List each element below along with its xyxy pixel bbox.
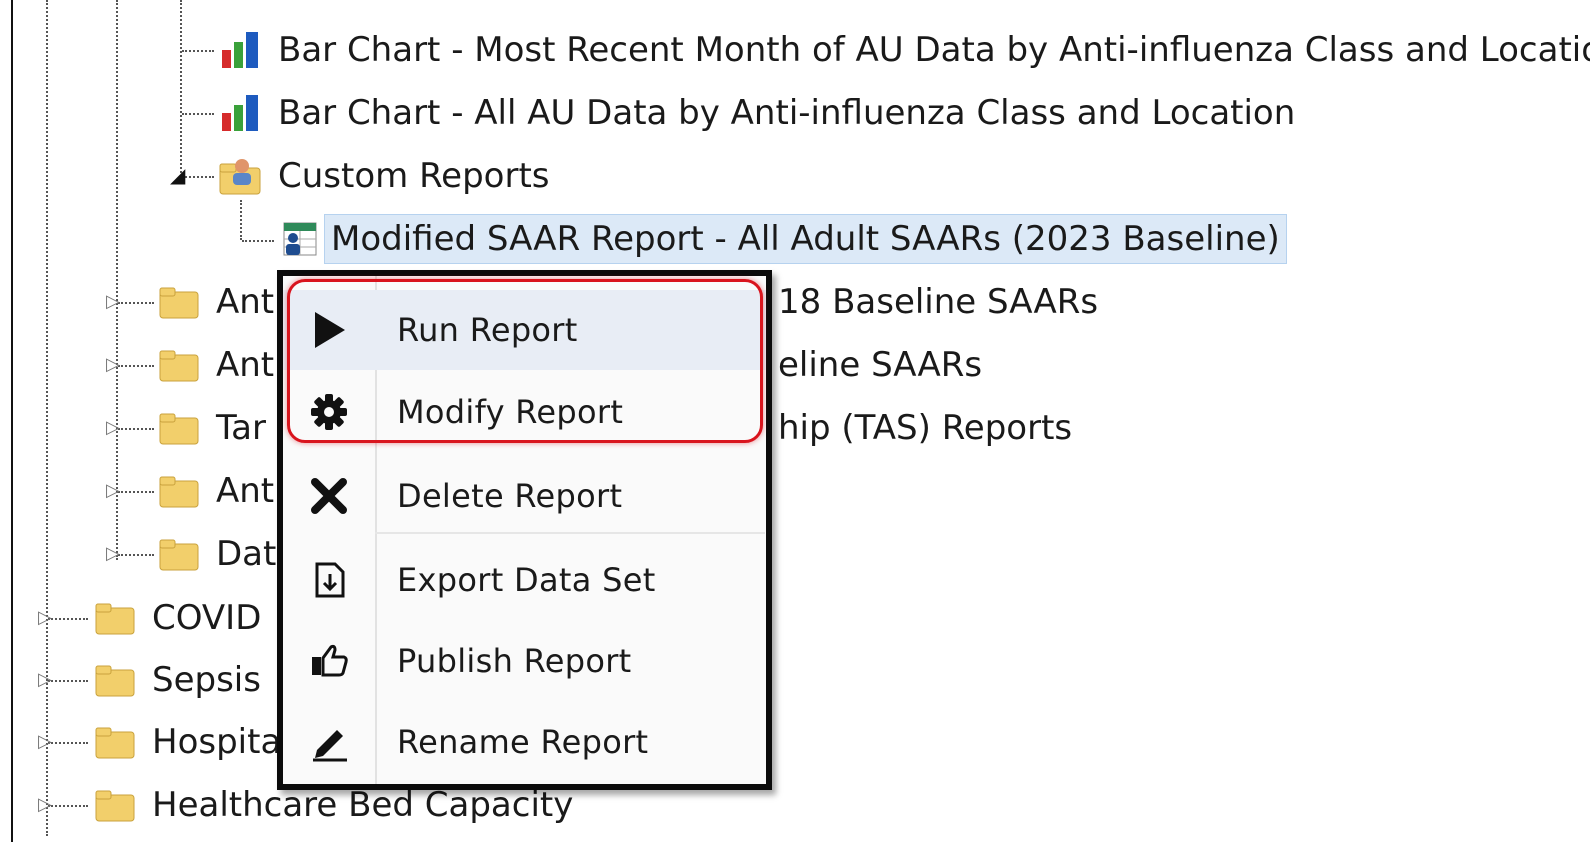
- tree-line: [182, 50, 214, 52]
- tree-item-folder[interactable]: COVID: [94, 593, 267, 643]
- folder-icon: [158, 345, 202, 385]
- tree-item-folder[interactable]: Sepsis: [94, 655, 267, 705]
- close-icon: [283, 476, 375, 516]
- tree-item-label-overflow: hip (TAS) Reports: [778, 408, 1073, 448]
- tree-item-folder[interactable]: Ant: [158, 340, 280, 390]
- folder-icon: [158, 408, 202, 448]
- tree-line: [46, 0, 48, 836]
- tree-line: [180, 0, 182, 180]
- report-table-icon: [280, 219, 320, 259]
- tree-item-bar-chart-all[interactable]: Bar Chart - All AU Data by Anti-influenz…: [218, 88, 1301, 138]
- callout-highlight: [287, 279, 763, 443]
- bar-chart-icon: [218, 30, 264, 70]
- tree-line: [118, 554, 154, 556]
- expand-toggle-icon[interactable]: ▷: [38, 796, 52, 814]
- delete-report-menu-item[interactable]: Delete Report: [283, 456, 766, 536]
- expand-toggle-icon[interactable]: ▷: [38, 671, 52, 689]
- tree-item-label: Custom Reports: [278, 156, 550, 196]
- tree-item-custom-reports[interactable]: Custom Reports: [218, 151, 556, 201]
- tree-item-label: Ant: [216, 471, 275, 511]
- tree-line: [48, 742, 88, 744]
- menu-item-label: Delete Report: [397, 477, 623, 515]
- tree-line: [48, 680, 88, 682]
- tree-item-label: Modified SAAR Report - All Adult SAARs (…: [324, 214, 1287, 264]
- tree-item-label: Dat: [216, 534, 277, 574]
- tree-item-bar-chart-recent[interactable]: Bar Chart - Most Recent Month of AU Data…: [218, 25, 1590, 75]
- folder-icon: [94, 785, 138, 825]
- tree-line: [48, 805, 88, 807]
- collapse-toggle-icon[interactable]: ◢: [170, 165, 185, 185]
- export-data-set-menu-item[interactable]: Export Data Set: [283, 540, 766, 620]
- expand-toggle-icon[interactable]: ▷: [38, 733, 52, 751]
- folder-icon: [94, 598, 138, 638]
- expand-toggle-icon[interactable]: ▷: [106, 545, 120, 563]
- tree-item-folder[interactable]: Ant: [158, 277, 280, 327]
- tree-line: [118, 491, 154, 493]
- tree-item-folder[interactable]: Hospita: [94, 717, 287, 767]
- menu-item-label: Export Data Set: [397, 561, 656, 599]
- bar-chart-icon: [218, 93, 264, 133]
- tree-item-modified-saar-report[interactable]: Modified SAAR Report - All Adult SAARs (…: [280, 214, 1287, 264]
- menu-item-label: Rename Report: [397, 723, 649, 761]
- expand-toggle-icon[interactable]: ▷: [106, 482, 120, 500]
- tree-item-folder[interactable]: Tar: [158, 403, 272, 453]
- expand-toggle-icon[interactable]: ▷: [106, 419, 120, 437]
- folder-icon: [158, 282, 202, 322]
- tree-line: [182, 176, 214, 178]
- tree-line: [118, 365, 154, 367]
- menu-item-label: Publish Report: [397, 642, 632, 680]
- export-icon: [283, 560, 375, 600]
- tree-item-folder[interactable]: Ant: [158, 466, 280, 516]
- folder-icon: [158, 534, 202, 574]
- expand-toggle-icon[interactable]: ▷: [106, 293, 120, 311]
- tree-line: [116, 0, 118, 560]
- tree-item-label: Ant: [216, 345, 275, 385]
- folder-user-icon: [218, 156, 264, 196]
- tree-item-label: Bar Chart - All AU Data by Anti-influenz…: [278, 93, 1296, 133]
- tree-line: [118, 302, 154, 304]
- rename-report-menu-item[interactable]: Rename Report: [283, 702, 766, 782]
- tree-item-folder[interactable]: Dat: [158, 529, 282, 579]
- tree-item-label: COVID: [152, 598, 262, 638]
- folder-icon: [158, 471, 202, 511]
- tree-item-label: Sepsis: [152, 660, 261, 700]
- publish-report-menu-item[interactable]: Publish Report: [283, 621, 766, 701]
- tree-item-label: Bar Chart - Most Recent Month of AU Data…: [278, 30, 1590, 70]
- tree-line: [242, 240, 274, 242]
- menu-separator: [375, 532, 765, 534]
- thumbs-up-icon: [283, 641, 375, 681]
- tree-line: [182, 113, 214, 115]
- expand-toggle-icon[interactable]: ▷: [38, 609, 52, 627]
- tree-item-label-overflow: eline SAARs: [778, 345, 983, 385]
- tree-line: [48, 618, 88, 620]
- tree-item-label: Tar: [216, 408, 266, 448]
- tree-item-label: Ant: [216, 282, 275, 322]
- pencil-icon: [283, 722, 375, 762]
- tree-line: [240, 200, 242, 240]
- tree-line: [118, 428, 154, 430]
- tree-item-label-overflow: 18 Baseline SAARs: [778, 282, 1099, 322]
- tree-item-label: Hospita: [152, 722, 282, 762]
- folder-icon: [94, 660, 138, 700]
- folder-icon: [94, 722, 138, 762]
- expand-toggle-icon[interactable]: ▷: [106, 356, 120, 374]
